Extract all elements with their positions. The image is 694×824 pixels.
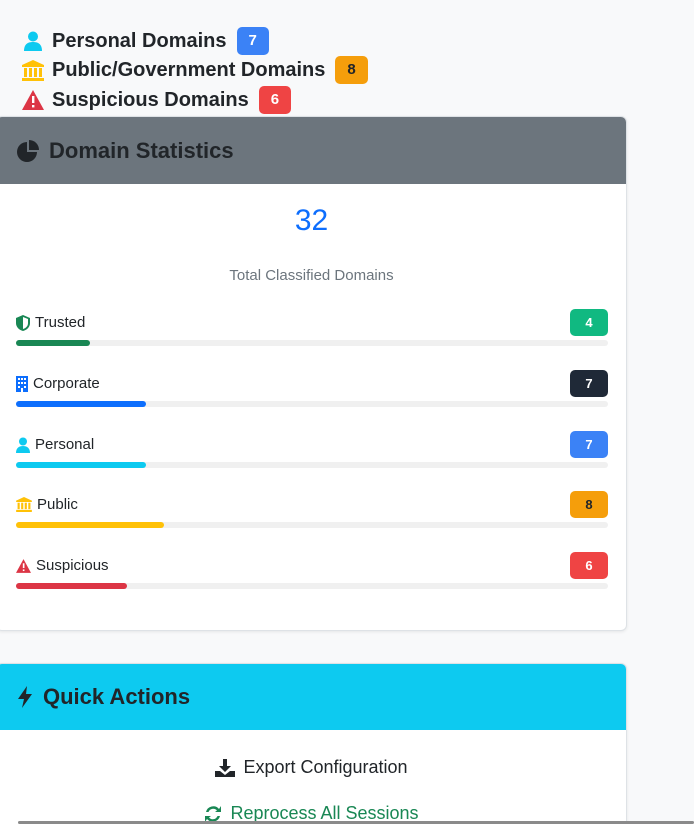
progress-fill-suspicious — [16, 583, 128, 589]
stat-row-suspicious: Suspicious 6 — [16, 552, 608, 607]
user-icon — [22, 30, 44, 52]
stat-count-trusted: 4 — [570, 309, 608, 336]
personal-domains-label: Personal Domains — [52, 29, 227, 52]
suspicious-domains-label: Suspicious Domains — [52, 88, 249, 111]
public-domains-label: Public/Government Domains — [52, 58, 326, 81]
download-icon — [215, 758, 236, 777]
personal-domains-heading: Personal Domains 7 — [22, 27, 269, 55]
stat-label-suspicious: Suspicious — [36, 557, 109, 574]
stat-label-corporate: Corporate — [33, 375, 100, 392]
landmark-icon — [22, 59, 44, 81]
warning-icon — [22, 89, 44, 111]
stat-count-public: 8 — [570, 491, 608, 518]
quick-actions-title: Quick Actions — [43, 684, 191, 709]
bolt-icon — [17, 686, 33, 708]
page: Personal Domains 7 Public/Government Dom… — [0, 0, 694, 824]
stat-label-personal: Personal — [35, 436, 95, 453]
progress-fill-public — [16, 522, 164, 528]
progress-track-suspicious — [16, 583, 608, 589]
total-domains-label: Total Classified Domains — [229, 267, 394, 284]
public-domains-count: 8 — [335, 56, 368, 84]
progress-track-corporate — [16, 401, 608, 407]
personal-domains-count: 7 — [236, 27, 269, 55]
pie-chart-icon — [17, 139, 39, 162]
stat-row-public: Public 8 — [16, 491, 608, 546]
progress-track-personal — [16, 462, 608, 468]
progress-fill-corporate — [16, 401, 146, 407]
progress-fill-personal — [16, 462, 146, 468]
progress-track-public — [16, 522, 608, 528]
quick-actions-header: Quick Actions — [0, 664, 626, 730]
suspicious-domains-heading: Suspicious Domains 6 — [22, 86, 292, 114]
stat-count-suspicious: 6 — [570, 552, 608, 579]
export-configuration-button[interactable]: Export Configuration — [0, 757, 626, 778]
landmark-icon — [16, 497, 32, 512]
public-domains-heading: Public/Government Domains 8 — [22, 56, 368, 84]
domain-statistics-header: Domain Statistics — [0, 117, 626, 184]
progress-fill-trusted — [16, 340, 90, 346]
warning-icon — [16, 558, 31, 573]
total-domains-value: 32 — [294, 204, 329, 237]
quick-actions-card: Quick Actions Export Configuration Repro… — [0, 663, 627, 824]
stat-count-personal: 7 — [570, 431, 608, 458]
building-icon — [16, 375, 28, 392]
stat-label-trusted: Trusted — [35, 314, 86, 331]
export-configuration-label: Export Configuration — [243, 757, 408, 777]
progress-track-trusted — [16, 340, 608, 346]
stat-row-corporate: Corporate 7 — [16, 370, 608, 425]
stat-row-trusted: Trusted 4 — [16, 309, 608, 364]
stat-row-personal: Personal 7 — [16, 431, 608, 486]
stat-label-public: Public — [37, 496, 78, 513]
shield-icon — [16, 314, 30, 331]
suspicious-domains-count: 6 — [258, 86, 292, 114]
domain-statistics-card: Domain Statistics 32 Total Classified Do… — [0, 116, 627, 631]
stat-count-corporate: 7 — [570, 370, 608, 397]
sync-icon — [204, 805, 222, 823]
user-icon — [16, 437, 30, 453]
domain-statistics-title: Domain Statistics — [49, 137, 234, 163]
